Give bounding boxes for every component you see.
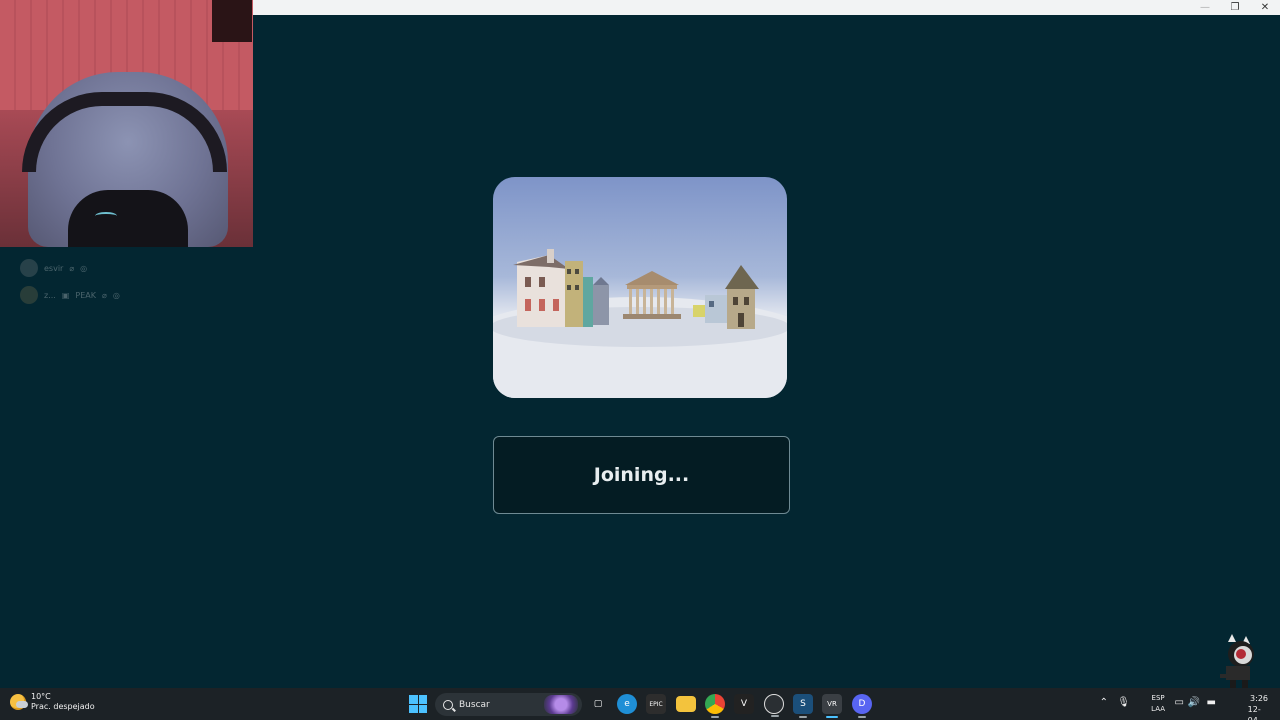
weather-icon [10, 694, 28, 710]
vrchat-icon[interactable]: VR [822, 694, 842, 718]
discord-glyph: D [858, 699, 866, 709]
search-placeholder: Buscar [459, 699, 490, 710]
headset-icon: ◎ [80, 263, 88, 273]
start-button[interactable] [409, 695, 427, 713]
world-preview-image [493, 177, 787, 398]
world-preview-art [493, 249, 787, 398]
streamer-face [68, 190, 188, 247]
joining-status-box: Joining... [493, 436, 790, 514]
clock-date: 12-04-2026 [1247, 705, 1261, 720]
active-indicator [826, 716, 838, 718]
edge-glyph: e [624, 699, 630, 709]
game-icon: ▣ [61, 290, 70, 300]
windows-logo-icon [418, 704, 427, 713]
network-icon[interactable]: ▭ [1175, 697, 1184, 708]
app-icon[interactable] [764, 694, 784, 717]
weather-widget[interactable]: 10°C Prac. despejado [10, 692, 95, 712]
search-highlight-icon [544, 695, 578, 714]
minimize-button[interactable]: — [1190, 0, 1220, 15]
windows-logo-icon [418, 695, 427, 704]
mic-muted-icon: ⌀ [102, 290, 107, 300]
windows-logo-icon [409, 704, 418, 713]
maximize-button[interactable]: ❐ [1220, 0, 1250, 15]
mic-muted-icon: ⌀ [69, 263, 75, 273]
chevron-up-icon[interactable]: ⌃ [1100, 697, 1108, 708]
running-indicator [711, 716, 719, 718]
window-title-bar: — ❐ ✕ [253, 0, 1280, 15]
running-indicator [858, 716, 866, 718]
joining-status-text: Joining... [593, 464, 690, 486]
headset-icon: ◎ [112, 290, 120, 300]
windows-logo-icon [409, 695, 418, 704]
vegas-glyph: V [740, 699, 748, 709]
webcam-overlay [0, 0, 253, 247]
language-indicator[interactable]: ESP LAA [1151, 693, 1165, 715]
epic-games-icon[interactable]: EPIC [646, 694, 666, 714]
task-view-icon[interactable]: ▢ [588, 694, 608, 714]
vegas-icon[interactable]: V [734, 694, 754, 714]
running-indicator [799, 716, 807, 718]
discord-icon[interactable]: D [852, 694, 872, 718]
avatar [20, 259, 38, 277]
folder-icon[interactable] [676, 696, 696, 712]
chrome-icon[interactable] [705, 694, 725, 718]
voice-user-row: esvir ⌀ ◎ [20, 258, 120, 278]
voice-user-game: PEAK [75, 290, 96, 300]
mascot-icon [1220, 634, 1254, 688]
volume-icon[interactable]: 🔊 [1188, 697, 1200, 708]
weather-temperature: 10°C [31, 692, 51, 701]
search-icon [443, 699, 453, 710]
weather-description: Prac. despejado [31, 702, 95, 711]
epic-games-glyph: EPIC [649, 700, 663, 708]
steam-icon[interactable]: S [793, 694, 813, 718]
clock[interactable]: 3:26 12-04-2026 [1248, 693, 1268, 720]
taskbar-search[interactable]: Buscar [435, 693, 582, 716]
battery-icon[interactable]: ▬ [1207, 697, 1216, 708]
weather-text: 10°C Prac. despejado [31, 692, 95, 712]
voice-user-name: esvir [44, 263, 64, 273]
vrchat-glyph: VR [827, 700, 837, 708]
clock-time: 3:26 [1250, 694, 1268, 703]
task-view-glyph: ▢ [593, 699, 603, 709]
voice-user-name: z... [44, 290, 56, 300]
language-top: ESP [1151, 694, 1165, 702]
taskbar: 10°C Prac. despejado Buscar ▢ e EPIC V S… [0, 688, 1280, 720]
avatar [20, 286, 38, 304]
voice-user-row: z... ▣ PEAK ⌀ ◎ [20, 285, 120, 305]
glow-accent [95, 212, 117, 220]
edge-icon[interactable]: e [617, 694, 637, 714]
microphone-icon[interactable]: 🎙 [1117, 697, 1130, 708]
steam-glyph: S [800, 699, 806, 709]
voice-chat-overlay: esvir ⌀ ◎ z... ▣ PEAK ⌀ ◎ [20, 258, 120, 312]
running-indicator [771, 715, 779, 717]
language-bottom: LAA [1151, 705, 1165, 713]
webcam-shadow [212, 0, 252, 42]
close-button[interactable]: ✕ [1250, 0, 1280, 15]
